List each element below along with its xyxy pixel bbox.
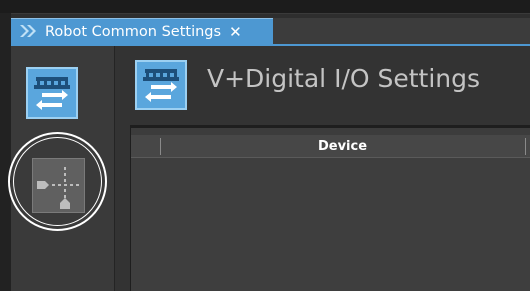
column-header-device[interactable]: Device — [160, 138, 525, 155]
close-icon[interactable]: ✕ — [229, 24, 242, 40]
table-body — [131, 158, 530, 291]
window-top-edge — [0, 0, 530, 14]
page-title: V+Digital I/O Settings — [207, 64, 481, 93]
column-divider[interactable] — [525, 138, 526, 155]
app-window: Robot Common Settings ✕ V+Digital I/O Se… — [0, 0, 530, 291]
double-chevron-right-icon — [19, 24, 39, 40]
tab-robot-common-settings[interactable]: Robot Common Settings ✕ — [11, 18, 273, 45]
window-left-edge — [0, 13, 11, 291]
tab-strip — [273, 18, 530, 44]
io-transfer-icon — [143, 69, 179, 102]
page-title-icon — [135, 60, 187, 110]
tab-label: Robot Common Settings — [45, 24, 222, 40]
sidebar-item-digital-io[interactable] — [26, 67, 78, 119]
highlight-ring — [8, 132, 107, 231]
io-transfer-icon — [34, 77, 70, 110]
